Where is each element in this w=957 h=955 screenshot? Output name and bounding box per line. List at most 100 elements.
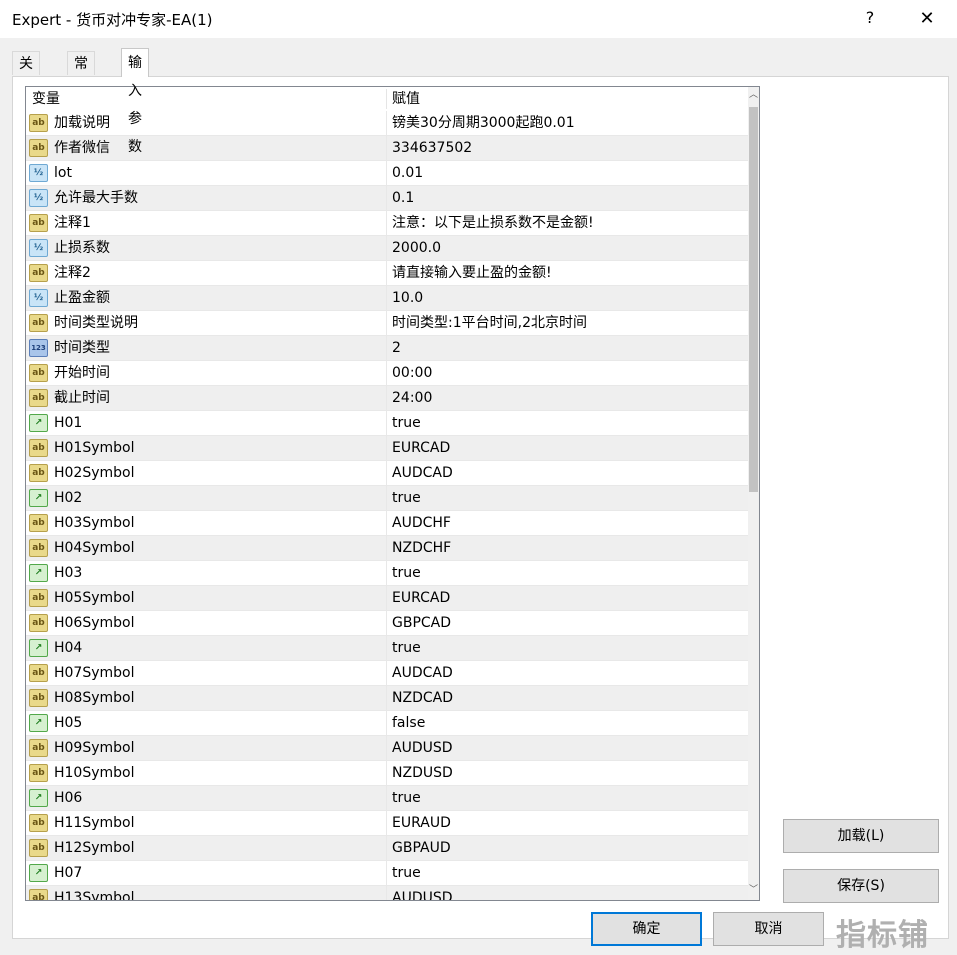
variable-name: H01Symbol: [54, 440, 135, 456]
table-row[interactable]: ↗ H07 true: [26, 861, 748, 886]
header-variable[interactable]: 变量: [32, 87, 60, 111]
table-row[interactable]: ab 时间类型说明 时间类型:1平台时间,2北京时间: [26, 311, 748, 336]
table-row[interactable]: ↗ H02 true: [26, 486, 748, 511]
ok-button[interactable]: 确定: [591, 912, 702, 946]
variable-value[interactable]: NZDUSD: [392, 761, 453, 785]
table-row[interactable]: ab H01Symbol EURCAD: [26, 436, 748, 461]
variable-value[interactable]: 时间类型:1平台时间,2北京时间: [392, 311, 587, 335]
bool-type-icon: ↗: [29, 789, 48, 807]
variable-value[interactable]: 24:00: [392, 386, 432, 410]
table-row[interactable]: ab H02Symbol AUDCAD: [26, 461, 748, 486]
table-row[interactable]: ab H11Symbol EURAUD: [26, 811, 748, 836]
variable-value[interactable]: EURAUD: [392, 811, 451, 835]
table-row[interactable]: ↗ H04 true: [26, 636, 748, 661]
variable-name: H03Symbol: [54, 515, 135, 531]
scroll-thumb[interactable]: [749, 107, 758, 492]
variable-value[interactable]: 10.0: [392, 286, 423, 310]
table-row[interactable]: ½ 允许最大手数 0.1: [26, 186, 748, 211]
variable-name: H11Symbol: [54, 815, 135, 831]
table-row[interactable]: ab H07Symbol AUDCAD: [26, 661, 748, 686]
table-row[interactable]: ab H05Symbol EURCAD: [26, 586, 748, 611]
string-type-icon: ab: [29, 314, 48, 332]
table-row[interactable]: ab H04Symbol NZDCHF: [26, 536, 748, 561]
column-separator: [386, 211, 387, 235]
load-button[interactable]: 加载(L): [783, 819, 939, 853]
variable-value[interactable]: NZDCAD: [392, 686, 453, 710]
save-button[interactable]: 保存(S): [783, 869, 939, 903]
variable-value[interactable]: true: [392, 411, 421, 435]
table-row[interactable]: ½ lot 0.01: [26, 161, 748, 186]
variable-value[interactable]: true: [392, 561, 421, 585]
tab-about[interactable]: 关于: [12, 51, 40, 96]
variable-value[interactable]: 334637502: [392, 136, 472, 160]
variable-value[interactable]: AUDUSD: [392, 736, 453, 760]
help-button[interactable]: ?: [860, 8, 880, 30]
column-separator: [386, 686, 387, 710]
variable-name: 作者微信: [54, 140, 110, 156]
variable-value[interactable]: false: [392, 711, 425, 735]
scroll-up-icon[interactable]: ︿: [748, 87, 759, 104]
variable-value[interactable]: true: [392, 636, 421, 660]
string-type-icon: ab: [29, 614, 48, 632]
vertical-scrollbar[interactable]: ︿ ﹀: [748, 87, 759, 900]
table-row[interactable]: ab H09Symbol AUDUSD: [26, 736, 748, 761]
table-row[interactable]: ab H03Symbol AUDCHF: [26, 511, 748, 536]
tab-common[interactable]: 常用: [67, 51, 95, 96]
cancel-button[interactable]: 取消: [713, 912, 824, 946]
table-row[interactable]: ab H06Symbol GBPCAD: [26, 611, 748, 636]
table-row[interactable]: ½ 止盈金额 10.0: [26, 286, 748, 311]
scroll-down-icon[interactable]: ﹀: [748, 882, 759, 899]
string-type-icon: ab: [29, 464, 48, 482]
variable-value[interactable]: 2000.0: [392, 236, 441, 260]
table-row[interactable]: ab 注释1 注意：以下是止损系数不是金额!: [26, 211, 748, 236]
variable-value[interactable]: 2: [392, 336, 401, 360]
table-row[interactable]: ab H12Symbol GBPAUD: [26, 836, 748, 861]
variable-value[interactable]: 注意：以下是止损系数不是金额!: [392, 211, 594, 235]
table-row[interactable]: ½ 止损系数 2000.0: [26, 236, 748, 261]
variable-value[interactable]: true: [392, 486, 421, 510]
table-row[interactable]: ↗ H05 false: [26, 711, 748, 736]
table-row[interactable]: ab H13Symbol AUDUSD: [26, 886, 748, 901]
column-separator: [386, 661, 387, 685]
variable-name: 允许最大手数: [54, 190, 138, 206]
table-row[interactable]: ↗ H06 true: [26, 786, 748, 811]
tab-inputs[interactable]: 输入参数: [121, 48, 149, 155]
variable-value[interactable]: AUDCAD: [392, 461, 453, 485]
variable-value[interactable]: GBPAUD: [392, 836, 451, 860]
string-type-icon: ab: [29, 764, 48, 782]
variable-value[interactable]: EURCAD: [392, 586, 450, 610]
column-separator: [386, 486, 387, 510]
table-row[interactable]: ab 开始时间 00:00: [26, 361, 748, 386]
variable-value[interactable]: true: [392, 861, 421, 885]
table-row[interactable]: 123 时间类型 2: [26, 336, 748, 361]
table-row[interactable]: ab 注释2 请直接输入要止盈的金额!: [26, 261, 748, 286]
bool-type-icon: ↗: [29, 414, 48, 432]
variable-value[interactable]: true: [392, 786, 421, 810]
variable-value[interactable]: AUDCAD: [392, 661, 453, 685]
column-separator: [386, 886, 387, 900]
table-row[interactable]: ab H10Symbol NZDUSD: [26, 761, 748, 786]
table-row[interactable]: ab 截止时间 24:00: [26, 386, 748, 411]
header-separator[interactable]: [386, 89, 387, 109]
column-separator: [386, 286, 387, 310]
table-row[interactable]: ↗ H03 true: [26, 561, 748, 586]
variable-value[interactable]: NZDCHF: [392, 536, 451, 560]
variable-name: H04Symbol: [54, 540, 135, 556]
variable-value[interactable]: 0.01: [392, 161, 423, 185]
variable-value[interactable]: 镑美30分周期3000起跑0.01: [392, 111, 575, 135]
variable-value[interactable]: AUDCHF: [392, 511, 451, 535]
variable-name: H13Symbol: [54, 890, 135, 901]
column-separator: [386, 261, 387, 285]
variable-value[interactable]: 请直接输入要止盈的金额!: [392, 261, 552, 285]
header-value[interactable]: 赋值: [392, 87, 420, 111]
variable-value[interactable]: 00:00: [392, 361, 432, 385]
table-row[interactable]: ab H08Symbol NZDCAD: [26, 686, 748, 711]
variable-name: H02Symbol: [54, 465, 135, 481]
variable-value[interactable]: EURCAD: [392, 436, 450, 460]
variable-value[interactable]: GBPCAD: [392, 611, 451, 635]
table-row[interactable]: ↗ H01 true: [26, 411, 748, 436]
column-separator: [386, 461, 387, 485]
variable-value[interactable]: 0.1: [392, 186, 414, 210]
close-button[interactable]: ✕: [914, 6, 940, 32]
variable-value[interactable]: AUDUSD: [392, 886, 453, 900]
